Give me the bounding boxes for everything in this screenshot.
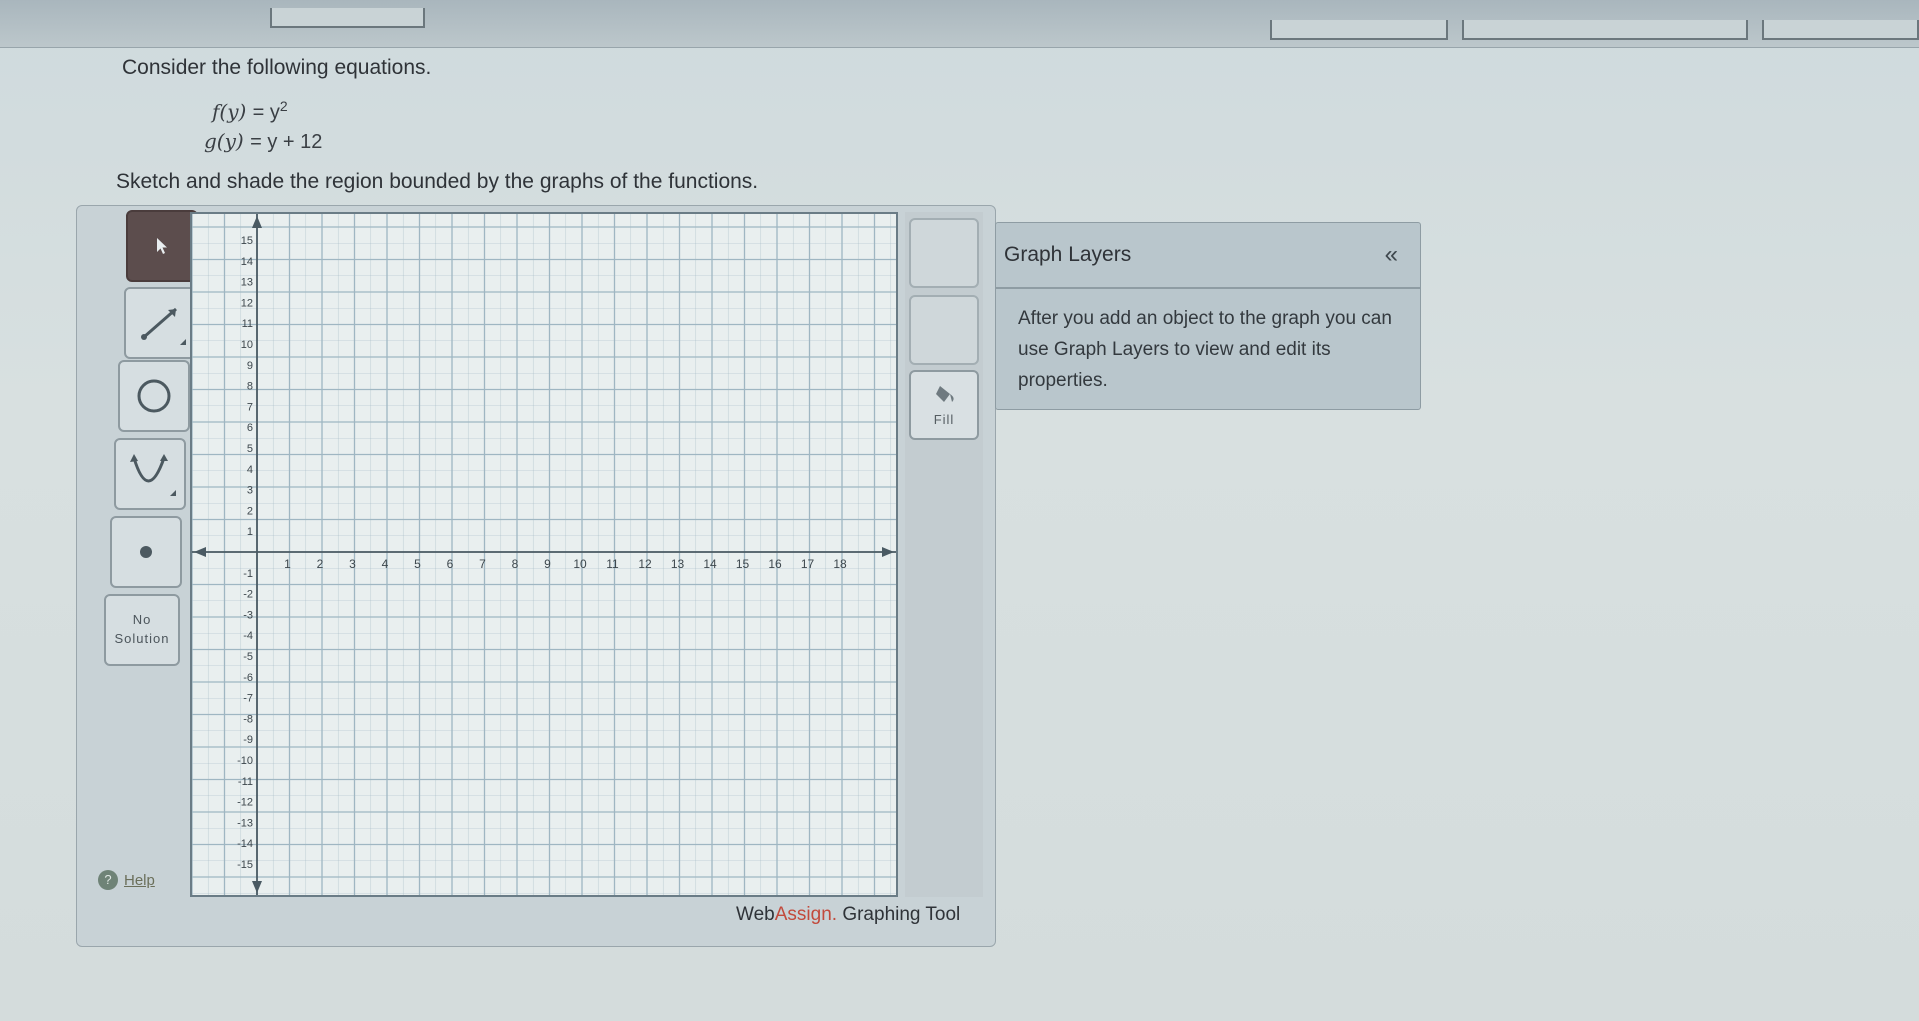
fill-label: Fill [933,412,955,427]
help-icon: ? [98,870,118,890]
top-tab-slot[interactable] [1270,20,1448,40]
x-tick-label: 14 [703,557,717,571]
y-tick-label: 3 [247,485,253,497]
y-tick-label: -7 [243,693,253,705]
pointer-icon [157,238,167,254]
y-tick-label: -4 [243,630,253,642]
x-tick-label: 9 [544,557,551,571]
y-tick-label: -9 [243,734,253,746]
y-tick-label: 14 [241,256,253,268]
x-axis-arrow-left [194,547,206,557]
side-button-column: Fill [905,212,983,897]
circle-tool-icon [137,379,171,413]
no-solution-button[interactable]: No Solution [104,594,180,666]
y-tick-label: -12 [237,797,253,809]
y-tick-label: -15 [237,859,253,871]
y-tick-label: 8 [247,381,253,393]
x-tick-label: 15 [736,557,750,571]
delete-button[interactable] [909,218,979,288]
x-tick-label: 5 [414,557,421,571]
equation-f-rhs: = y [252,101,280,124]
y-axis-arrow-up [252,216,262,228]
y-tick-label: 7 [247,401,253,413]
brand-suffix: Graphing Tool [837,904,961,925]
x-tick-label: 7 [479,557,486,571]
line-tool-icon [141,307,186,345]
y-tick-label: -6 [243,672,253,684]
graph-layers-description: After you add an object to the graph you… [1018,308,1392,391]
line-tool-button[interactable] [124,287,196,359]
parabola-tool-button[interactable] [114,438,186,510]
x-tick-label: 2 [317,557,324,571]
y-tick-label: 15 [241,235,253,247]
equation-f: f(y) = y2 [212,98,288,125]
y-tick-label: -8 [243,713,253,725]
x-tick-label: 3 [349,557,356,571]
collapse-layers-icon[interactable]: « [1385,241,1398,269]
top-tab-slot[interactable] [270,8,425,28]
graph-layers-header: Graph Layers « [996,223,1420,289]
webassign-brand: WebAssign. Graphing Tool [736,904,960,926]
pointer-tool-button[interactable] [126,210,198,282]
brand-prefix: Web [736,904,775,925]
equation-g-rhs: = y + 12 [250,131,323,153]
y-tick-label: -1 [243,568,253,580]
x-tick-label: 13 [671,557,685,571]
brand-accent: Assign. [774,904,838,925]
top-tab-slot[interactable] [1762,20,1919,40]
point-tool-icon [140,546,152,558]
graph-layers-title: Graph Layers [1004,243,1132,266]
y-tick-label: 12 [241,297,253,309]
no-solution-label-1: No [132,612,152,627]
y-tick-label: 6 [247,422,253,434]
x-axis-arrow-right [882,547,894,557]
y-tick-label: 11 [242,318,253,330]
graph-canvas[interactable]: 1 2 3 4 5 6 7 8 9 10 11 12 13 14 15 16 17 18 15 14 13 12 11 10 9… [190,212,898,897]
x-tick-label: 4 [382,557,389,571]
y-tick-label: 13 [241,277,253,289]
question-instruction: Sketch and shade the region bounded by t… [116,170,759,193]
x-tick-label: 6 [447,557,454,571]
circle-tool-button[interactable] [118,360,190,432]
y-tick-label: -2 [243,589,253,601]
clear-button[interactable] [909,295,979,365]
point-tool-button[interactable] [110,516,182,588]
help-label: Help [124,871,155,889]
y-tick-label: 10 [241,339,253,351]
x-tick-label: 10 [573,557,587,571]
fill-button[interactable]: Fill [909,370,979,440]
equation-g-lhs: g(y) [204,129,244,153]
help-link[interactable]: ? Help [98,870,155,890]
no-solution-label-2: Solution [114,631,170,646]
x-tick-label: 16 [768,557,782,571]
y-tick-label: -10 [237,755,253,767]
graph-layers-panel: Graph Layers « After you add an object t… [995,222,1421,410]
x-tick-label: 12 [638,557,652,571]
equation-f-lhs: f(y) [212,99,247,124]
x-tick-label: 1 [284,557,291,571]
y-tick-label: 2 [247,505,253,517]
x-tick-label: 8 [512,557,519,571]
browser-top-bar [0,0,1919,48]
x-tick-label: 11 [606,557,619,571]
y-tick-label: 9 [247,360,253,372]
equation-g: g(y) = y + 12 [204,129,322,154]
coordinate-grid[interactable]: 1 2 3 4 5 6 7 8 9 10 11 12 13 14 15 16 17 181514131211109… [191,214,896,895]
y-tick-label: 5 [247,443,253,455]
fill-bucket-icon [936,386,954,402]
x-tick-label: 18 [833,557,847,571]
question-intro: Consider the following equations. [122,56,432,79]
y-tick-label: -3 [243,609,253,621]
y-axis-arrow-down [252,881,262,893]
y-tick-label: -5 [243,651,253,663]
top-tab-slot[interactable] [1462,20,1748,40]
y-tick-label: -11 [238,776,253,788]
y-tick-label: -14 [237,838,253,850]
parabola-tool-icon [130,454,176,496]
x-tick-label: 17 [801,557,815,571]
y-tick-label: 1 [247,526,253,538]
y-tick-label: -13 [237,817,253,829]
equation-f-exponent: 2 [279,98,288,114]
y-tick-label: 4 [247,464,253,476]
